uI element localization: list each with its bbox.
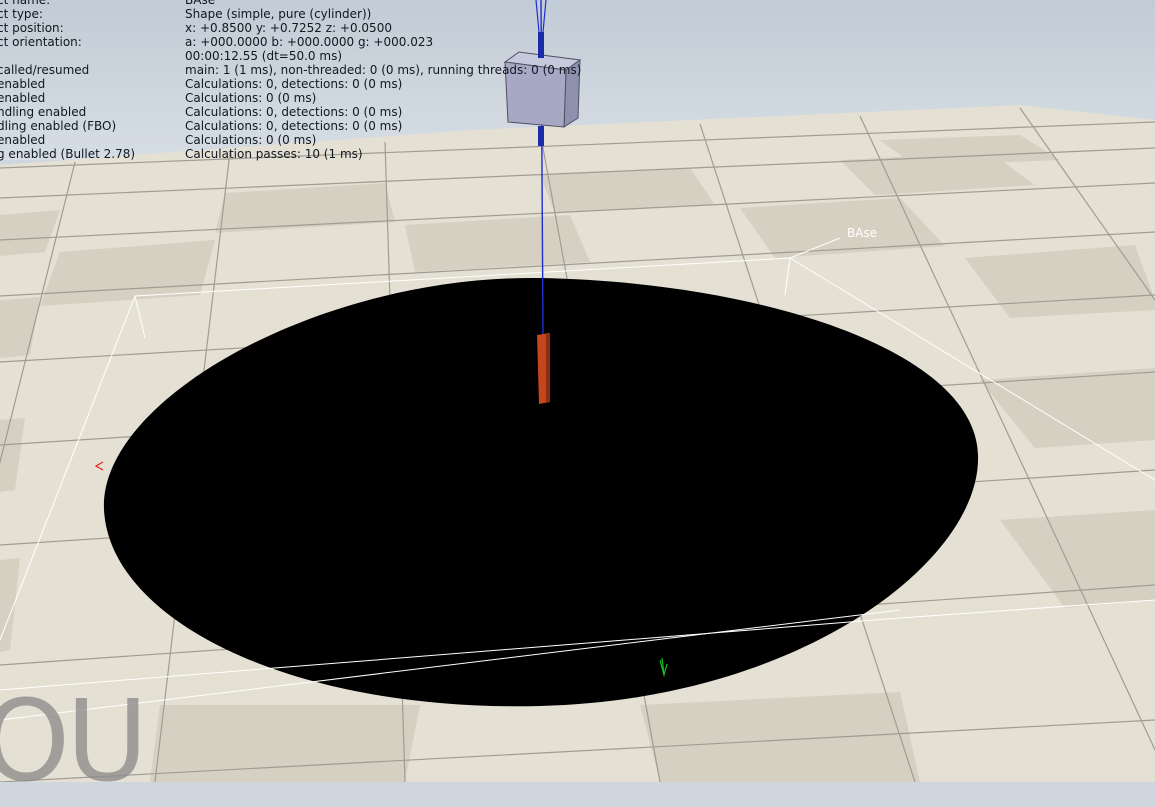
info-label: ct position: [0,21,64,35]
info-row: enabled Calculations: 0 (0 ms) [0,91,600,105]
info-row: 00:00:12.55 (dt=50.0 ms) [0,49,600,63]
info-value: Calculations: 0, detections: 0 (0 ms) [185,119,403,133]
info-value: Calculations: 0 (0 ms) [185,91,317,105]
info-row: enabled Calculations: 0, detections: 0 (0… [0,77,600,91]
info-value: Calculation passes: 10 (1 ms) [185,147,363,161]
info-value: x: +0.8500 y: +0.7252 z: +0.0500 [185,21,392,35]
info-value: 00:00:12.55 (dt=50.0 ms) [185,49,343,63]
info-label: ndling enabled [0,105,87,119]
red-post[interactable] [537,333,550,404]
info-row: ct orientation: a: +000.0000 b: +000.0000… [0,35,600,49]
info-label: ct orientation: [0,35,82,49]
info-value: main: 1 (1 ms), non-threaded: 0 (0 ms), … [185,63,582,77]
info-value: Calculations: 0, detections: 0 (0 ms) [185,77,403,91]
info-row: ndling enabled Calculations: 0, detection… [0,105,600,119]
info-label: called/resumed [0,63,90,77]
info-label: enabled [0,91,46,105]
info-value: a: +000.0000 b: +000.0000 g: +000.023 [185,35,434,49]
info-value: Shape (simple, pure (cylinder)) [185,7,372,21]
info-label: ct type: [0,7,43,21]
info-row: dling enabled (FBO) Calculations: 0, dete… [0,119,600,133]
info-row: enabled Calculations: 0 (0 ms) [0,133,600,147]
info-row: ct position: x: +0.8500 y: +0.7252 z: +0.… [0,21,600,35]
info-row: called/resumed main: 1 (1 ms), non-thread… [0,63,600,77]
info-label: g enabled (Bullet 2.78) [0,147,136,161]
object-label: BAse [847,226,878,240]
info-row: ct type: Shape (simple, pure (cylinder)) [0,7,600,21]
info-overlay: ct name: BAse ct type: Shape (simple, pure … [0,0,600,164]
info-value: Calculations: 0 (0 ms) [185,133,317,147]
info-label: ct name: [0,0,51,7]
info-value: Calculations: 0, detections: 0 (0 ms) [185,105,403,119]
info-row: g enabled (Bullet 2.78) Calculation passe… [0,147,600,161]
info-label: dling enabled (FBO) [0,119,117,133]
watermark-logo: OU [0,677,148,807]
info-label: enabled [0,77,46,91]
info-row: ct name: BAse [0,0,600,7]
info-value: BAse [185,0,216,7]
info-label: enabled [0,133,46,147]
